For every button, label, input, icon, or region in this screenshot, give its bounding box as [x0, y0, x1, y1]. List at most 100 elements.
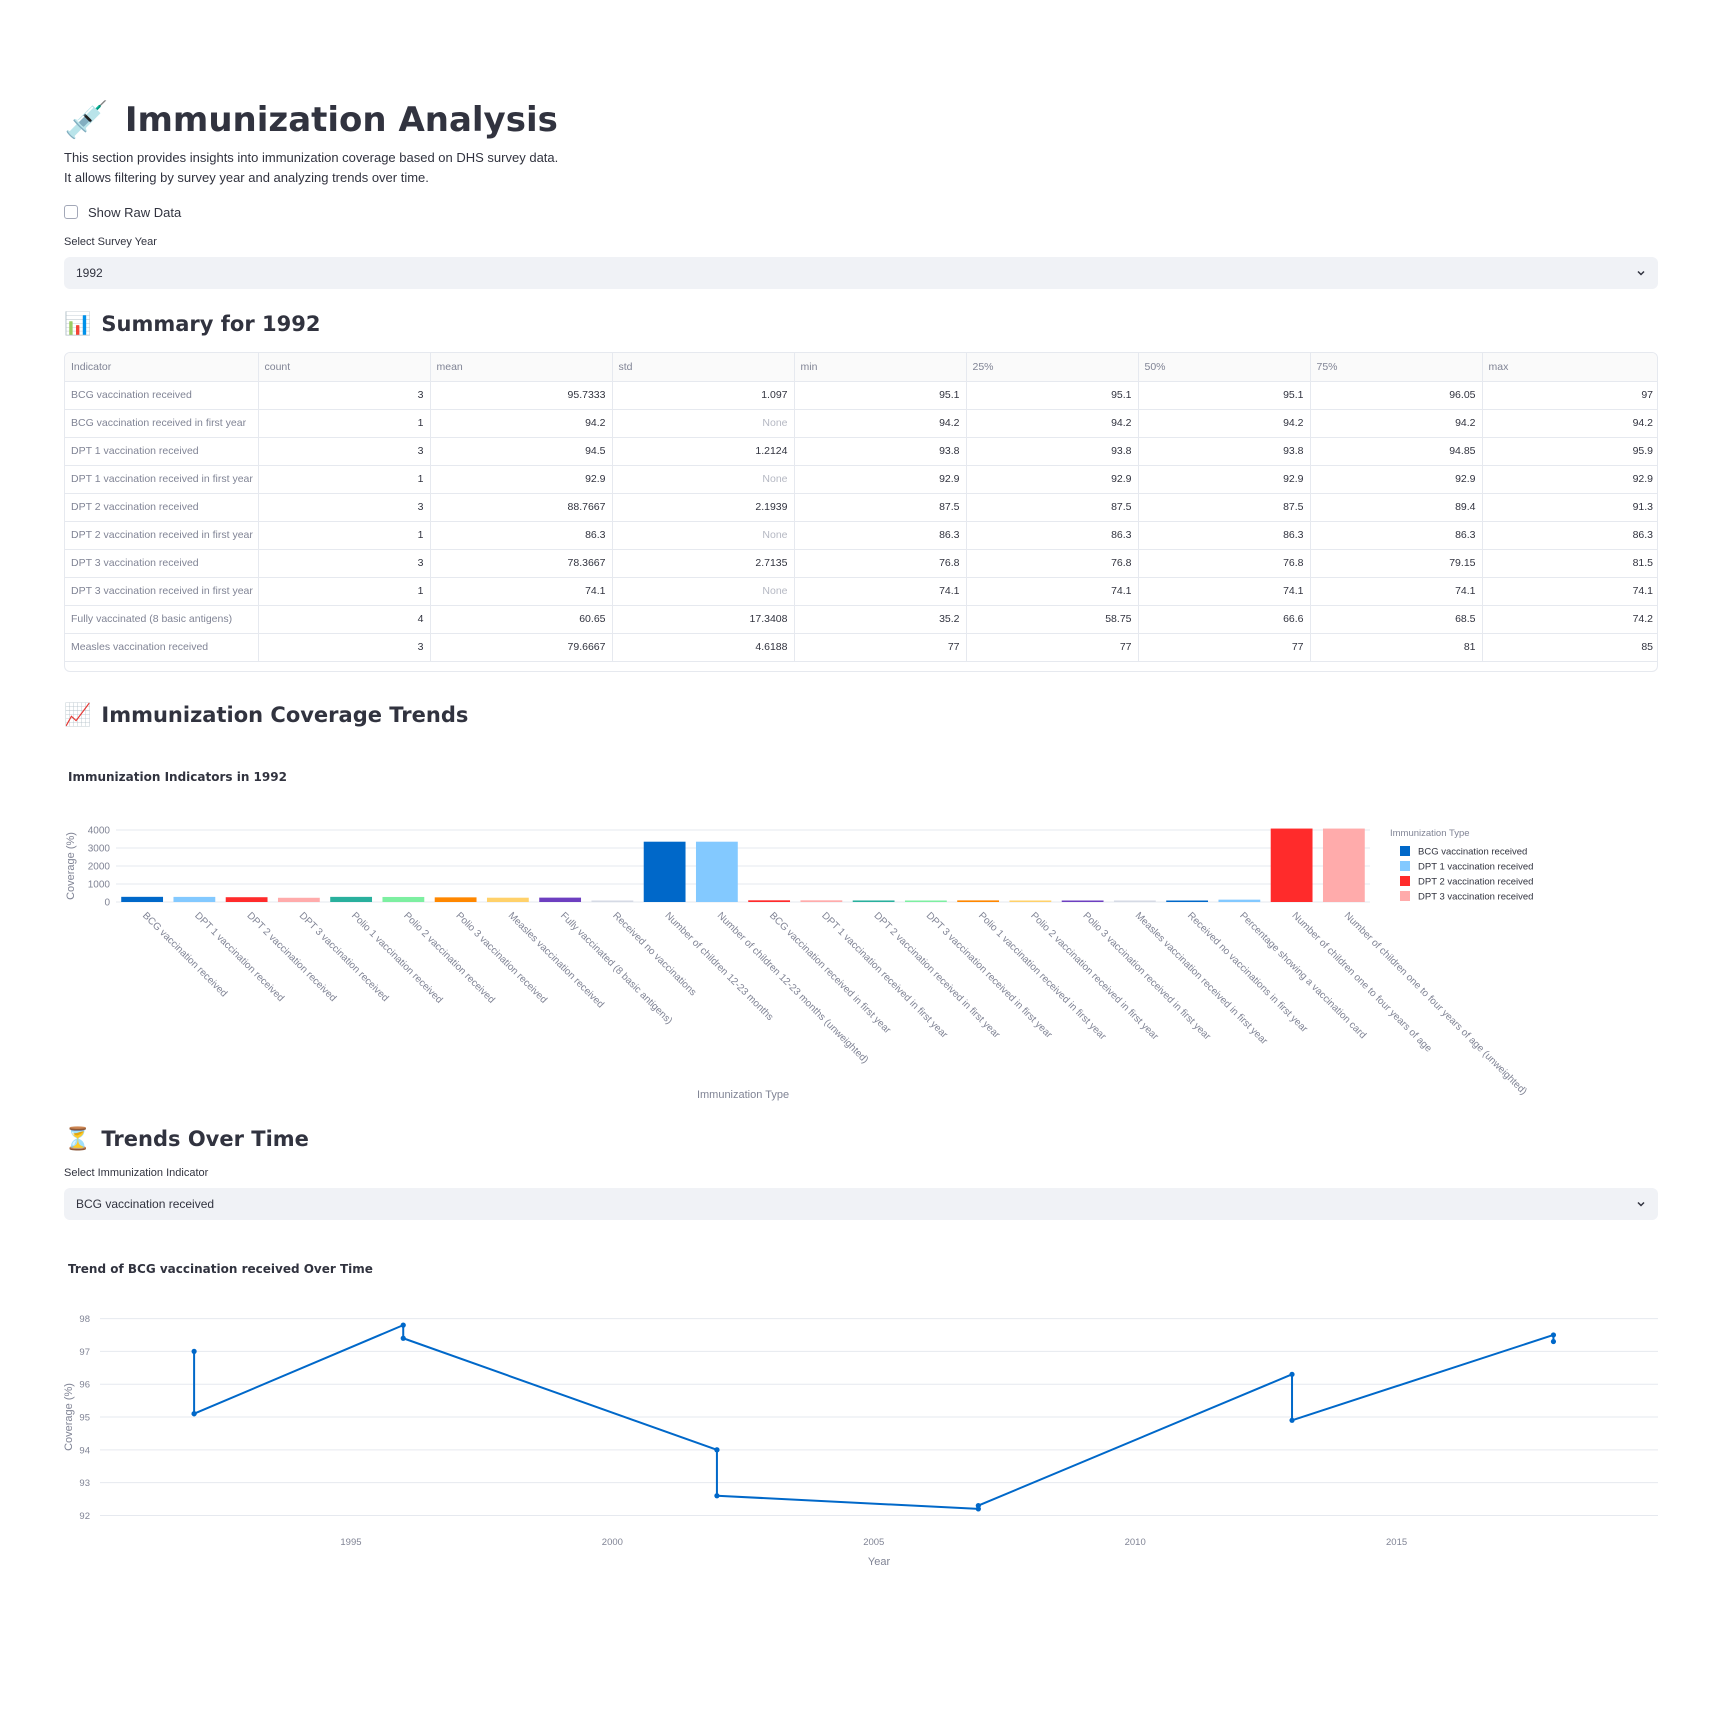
value-cell[interactable]: 81.5: [1482, 549, 1657, 578]
value-cell[interactable]: 95.7333: [430, 381, 613, 410]
value-cell[interactable]: 91.3: [1482, 493, 1657, 522]
value-cell[interactable]: 93.8: [1138, 437, 1311, 466]
value-cell[interactable]: 92.9: [1310, 465, 1483, 494]
value-cell[interactable]: 94.2: [794, 409, 967, 438]
value-cell[interactable]: 74.1: [794, 577, 967, 606]
value-cell[interactable]: 94.85: [1310, 437, 1483, 466]
column-header[interactable]: Indicator: [65, 353, 259, 382]
summary-table[interactable]: Indicator count mean std min 25% 50% 75% max BCG…: [64, 352, 1658, 672]
column-header[interactable]: max: [1482, 353, 1657, 382]
table-row[interactable]: BCG vaccination received in first year 1 9…: [65, 409, 1657, 438]
value-cell[interactable]: 74.1: [966, 577, 1139, 606]
value-cell[interactable]: None: [612, 577, 795, 606]
value-cell[interactable]: 3: [258, 493, 431, 522]
value-cell[interactable]: 87.5: [1138, 493, 1311, 522]
value-cell[interactable]: 86.3: [966, 521, 1139, 550]
table-row[interactable]: DPT 1 vaccination received 3 94.5 1.2124 93.…: [65, 437, 1657, 466]
value-cell[interactable]: 92.9: [794, 465, 967, 494]
value-cell[interactable]: 94.5: [430, 437, 613, 466]
value-cell[interactable]: 74.1: [1138, 577, 1311, 606]
value-cell[interactable]: 66.6: [1138, 605, 1311, 634]
indicator-cell[interactable]: Measles vaccination received: [65, 633, 259, 662]
column-header[interactable]: 75%: [1310, 353, 1483, 382]
value-cell[interactable]: 74.1: [1310, 577, 1483, 606]
value-cell[interactable]: 3: [258, 381, 431, 410]
column-header[interactable]: count: [258, 353, 431, 382]
value-cell[interactable]: 86.3: [430, 521, 613, 550]
table-row[interactable]: DPT 2 vaccination received 3 88.7667 2.1939…: [65, 493, 1657, 522]
value-cell[interactable]: 3: [258, 633, 431, 662]
value-cell[interactable]: 94.2: [430, 409, 613, 438]
value-cell[interactable]: 79.15: [1310, 549, 1483, 578]
indicator-cell[interactable]: Fully vaccinated (8 basic antigens): [65, 605, 259, 634]
value-cell[interactable]: 58.75: [966, 605, 1139, 634]
value-cell[interactable]: 1: [258, 577, 431, 606]
value-cell[interactable]: 60.65: [430, 605, 613, 634]
value-cell[interactable]: 2.1939: [612, 493, 795, 522]
value-cell[interactable]: 74.2: [1482, 605, 1657, 634]
value-cell[interactable]: 77: [966, 633, 1139, 662]
value-cell[interactable]: 1.2124: [612, 437, 795, 466]
value-cell[interactable]: 3: [258, 437, 431, 466]
value-cell[interactable]: 77: [794, 633, 967, 662]
column-header[interactable]: min: [794, 353, 967, 382]
value-cell[interactable]: 76.8: [1138, 549, 1311, 578]
value-cell[interactable]: 68.5: [1310, 605, 1483, 634]
indicator-cell[interactable]: DPT 2 vaccination received in first year: [65, 521, 259, 550]
value-cell[interactable]: 89.4: [1310, 493, 1483, 522]
show-raw-data-checkbox[interactable]: [64, 205, 78, 219]
column-header[interactable]: 50%: [1138, 353, 1311, 382]
value-cell[interactable]: 92.9: [1482, 465, 1657, 494]
value-cell[interactable]: 2.7135: [612, 549, 795, 578]
value-cell[interactable]: None: [612, 465, 795, 494]
value-cell[interactable]: 79.6667: [430, 633, 613, 662]
value-cell[interactable]: None: [612, 409, 795, 438]
value-cell[interactable]: 74.1: [1482, 577, 1657, 606]
column-header[interactable]: std: [612, 353, 795, 382]
table-row[interactable]: DPT 1 vaccination received in first year…: [65, 465, 1657, 494]
table-row[interactable]: DPT 3 vaccination received 3 78.3667 2.7135…: [65, 549, 1657, 578]
value-cell[interactable]: 96.05: [1310, 381, 1483, 410]
indicator-cell[interactable]: DPT 3 vaccination received: [65, 549, 259, 578]
value-cell[interactable]: 35.2: [794, 605, 967, 634]
value-cell[interactable]: 86.3: [1138, 521, 1311, 550]
value-cell[interactable]: 76.8: [794, 549, 967, 578]
indicator-cell[interactable]: DPT 1 vaccination received: [65, 437, 259, 466]
value-cell[interactable]: 85: [1482, 633, 1657, 662]
value-cell[interactable]: 1: [258, 409, 431, 438]
value-cell[interactable]: 94.2: [1310, 409, 1483, 438]
table-row[interactable]: DPT 3 vaccination received in first year…: [65, 577, 1657, 606]
value-cell[interactable]: 94.2: [1138, 409, 1311, 438]
survey-year-select[interactable]: 1992: [64, 257, 1658, 289]
table-row[interactable]: Measles vaccination received 3 79.6667 4.61…: [65, 633, 1657, 662]
value-cell[interactable]: 87.5: [794, 493, 967, 522]
column-header[interactable]: 25%: [966, 353, 1139, 382]
value-cell[interactable]: 1: [258, 465, 431, 494]
value-cell[interactable]: 95.9: [1482, 437, 1657, 466]
value-cell[interactable]: 97: [1482, 381, 1657, 410]
value-cell[interactable]: 92.9: [966, 465, 1139, 494]
value-cell[interactable]: 17.3408: [612, 605, 795, 634]
value-cell[interactable]: 86.3: [1482, 521, 1657, 550]
value-cell[interactable]: 1: [258, 521, 431, 550]
value-cell[interactable]: 77: [1138, 633, 1311, 662]
value-cell[interactable]: 74.1: [430, 577, 613, 606]
value-cell[interactable]: 78.3667: [430, 549, 613, 578]
indicator-cell[interactable]: BCG vaccination received: [65, 381, 259, 410]
value-cell[interactable]: 92.9: [1138, 465, 1311, 494]
table-row[interactable]: BCG vaccination received 3 95.7333 1.097 95.…: [65, 381, 1657, 410]
table-row[interactable]: DPT 2 vaccination received in first year…: [65, 521, 1657, 550]
value-cell[interactable]: 81: [1310, 633, 1483, 662]
value-cell[interactable]: None: [612, 521, 795, 550]
value-cell[interactable]: 94.2: [1482, 409, 1657, 438]
value-cell[interactable]: 95.1: [966, 381, 1139, 410]
value-cell[interactable]: 86.3: [1310, 521, 1483, 550]
value-cell[interactable]: 94.2: [966, 409, 1139, 438]
indicator-cell[interactable]: DPT 2 vaccination received: [65, 493, 259, 522]
value-cell[interactable]: 88.7667: [430, 493, 613, 522]
value-cell[interactable]: 3: [258, 549, 431, 578]
value-cell[interactable]: 4.6188: [612, 633, 795, 662]
value-cell[interactable]: 87.5: [966, 493, 1139, 522]
value-cell[interactable]: 76.8: [966, 549, 1139, 578]
value-cell[interactable]: 86.3: [794, 521, 967, 550]
